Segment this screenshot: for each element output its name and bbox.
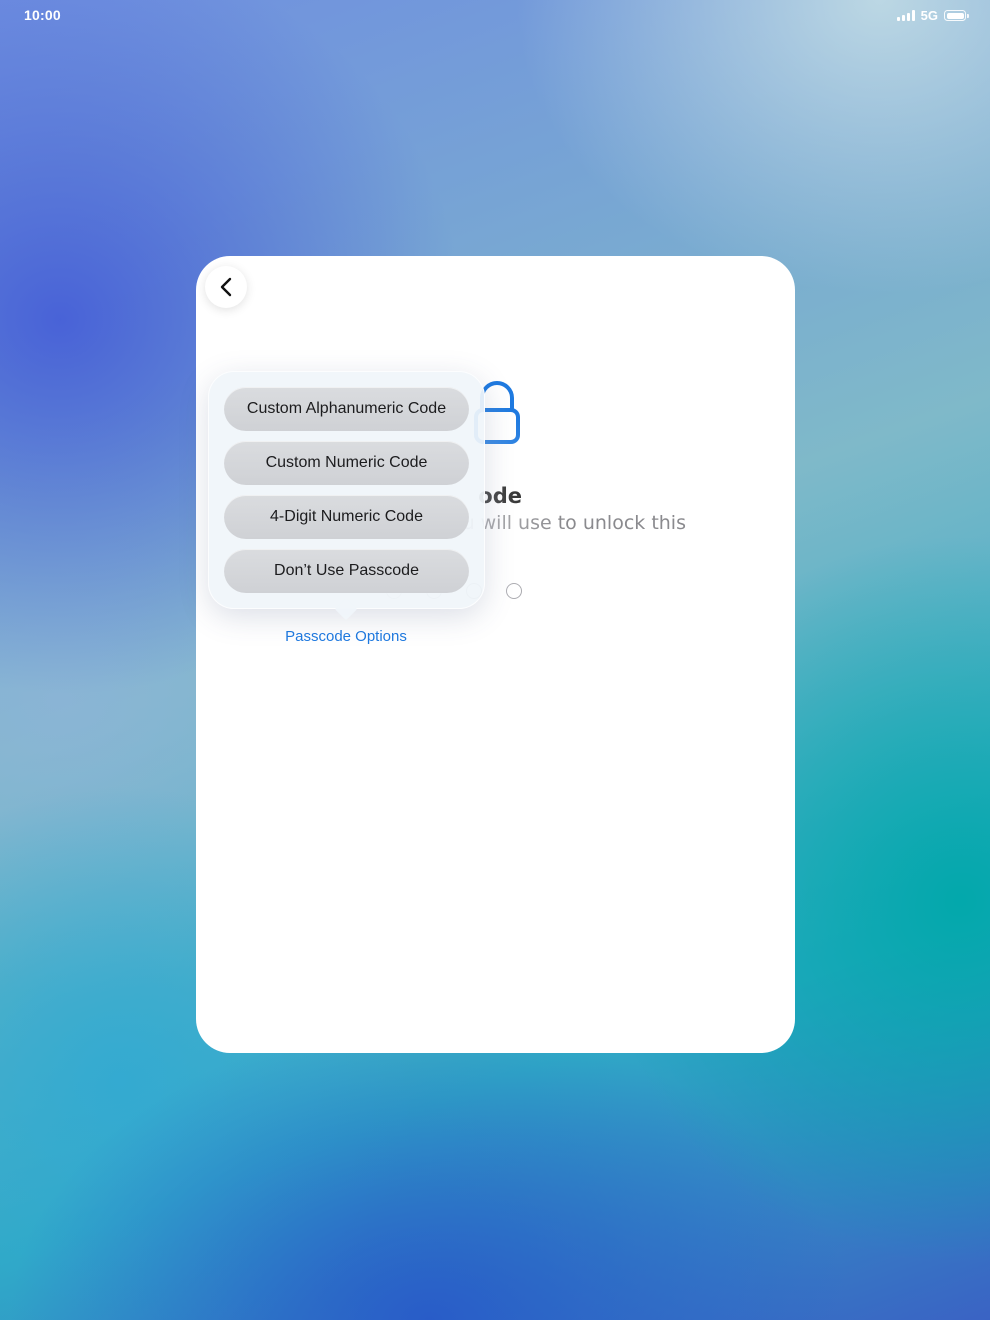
menu-item-custom-numeric[interactable]: Custom Numeric Code xyxy=(224,441,469,485)
passcode-options-link[interactable]: Passcode Options xyxy=(246,628,446,645)
status-time: 10:00 xyxy=(24,7,61,23)
chevron-left-icon xyxy=(220,277,232,297)
menu-item-custom-alphanumeric[interactable]: Custom Alphanumeric Code xyxy=(224,387,469,431)
back-button[interactable] xyxy=(205,266,247,308)
battery-icon xyxy=(944,10,969,21)
status-icons: 5G xyxy=(896,8,969,23)
passcode-options-menu: Custom Alphanumeric Code Custom Numeric … xyxy=(208,371,485,609)
menu-item-dont-use-passcode[interactable]: Don’t Use Passcode xyxy=(224,549,469,593)
signal-icon xyxy=(896,10,915,21)
menu-item-4-digit-numeric[interactable]: 4-Digit Numeric Code xyxy=(224,495,469,539)
network-label: 5G xyxy=(920,8,938,23)
passcode-dot xyxy=(506,583,522,599)
status-bar: 10:00 5G xyxy=(0,0,990,32)
